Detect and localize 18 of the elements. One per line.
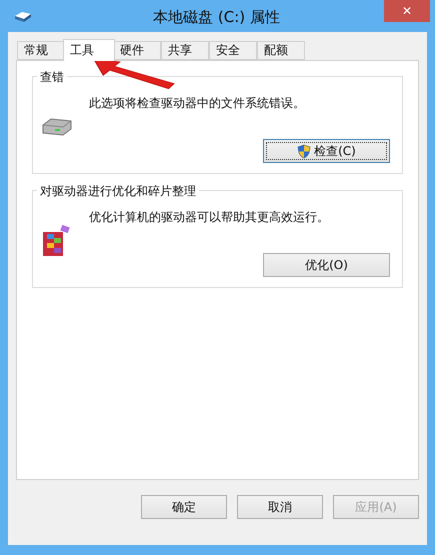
close-button[interactable]: ✕ (384, 0, 430, 22)
tab[interactable]: 硬件 (113, 41, 161, 60)
window-title: 本地磁盘 (C:) 属性 (152, 6, 281, 26)
tab[interactable]: 配额 (257, 41, 305, 60)
description-text: 此选项将检查驱动器中的文件系统错误。 (88, 95, 306, 112)
drive-icon (41, 117, 73, 137)
group-title: 对驱动器进行优化和碎片整理 (37, 183, 199, 200)
drive-icon (14, 9, 32, 23)
description-text: 优化计算机的驱动器可以帮助其更高效运行。 (88, 209, 330, 226)
dialog-button[interactable]: 取消 (237, 495, 323, 519)
dialog-button[interactable]: 确定 (141, 495, 227, 519)
action-button[interactable]: 检查(C) (263, 139, 390, 163)
action-button[interactable]: 优化(O) (263, 253, 390, 277)
tab[interactable]: 常规 (17, 41, 65, 60)
tab[interactable]: 共享 (161, 41, 209, 60)
tab[interactable]: 安全 (209, 41, 257, 60)
shield-icon (297, 144, 312, 158)
tab[interactable]: 工具 (63, 39, 115, 61)
